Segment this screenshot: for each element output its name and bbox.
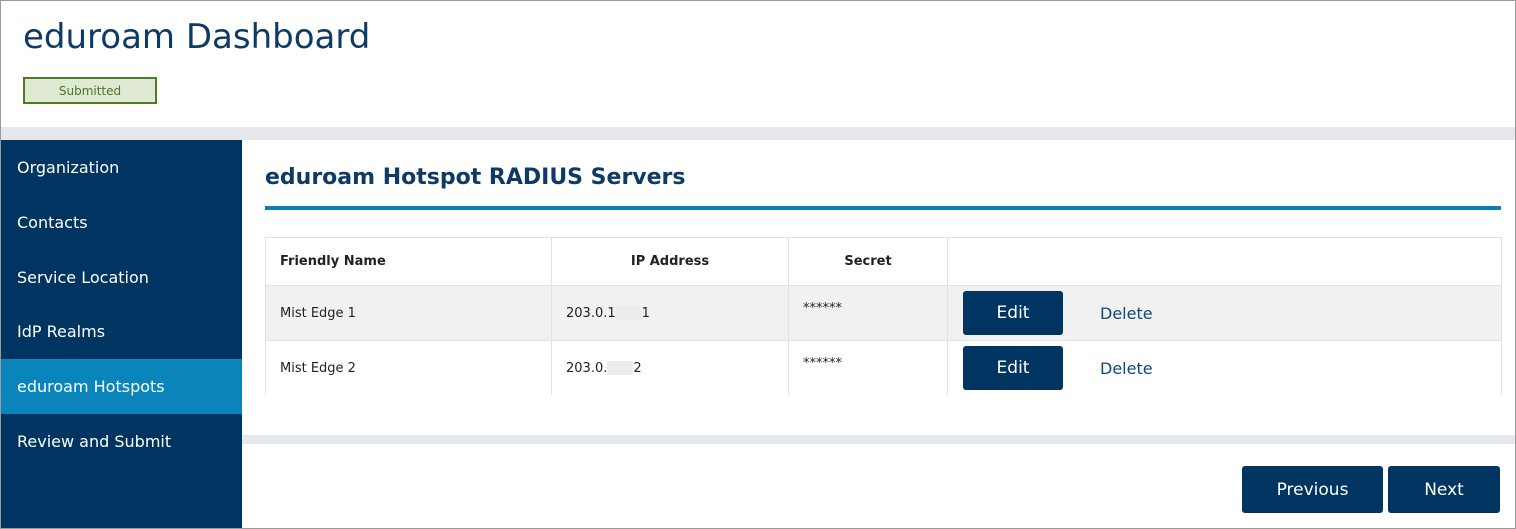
table-header-row: Friendly Name IP Address Secret	[266, 238, 1501, 286]
sidebar-item-idp-realms[interactable]: IdP Realms	[1, 304, 242, 359]
column-header-friendly-name: Friendly Name	[266, 238, 552, 285]
title-underline	[265, 206, 1501, 210]
table-row: Mist Edge 2 203.0. 2 ****** Edit Delete	[266, 341, 1501, 395]
sidebar-item-contacts[interactable]: Contacts	[1, 195, 242, 250]
column-header-actions	[948, 238, 1501, 285]
main-content: eduroam Hotspot RADIUS Servers Friendly …	[242, 140, 1515, 528]
sidebar: Organization Contacts Service Location I…	[1, 140, 242, 528]
sidebar-item-eduroam-hotspots[interactable]: eduroam Hotspots	[1, 359, 242, 414]
friendly-name-cell: Mist Edge 1	[266, 286, 552, 340]
ip-address-suffix: 2	[633, 360, 642, 376]
friendly-name-cell: Mist Edge 2	[266, 341, 552, 395]
edit-button[interactable]: Edit	[963, 291, 1063, 335]
edit-button[interactable]: Edit	[963, 346, 1063, 390]
ip-address-suffix: 1	[641, 305, 650, 321]
header-divider	[1, 127, 1515, 140]
page-header: eduroam Dashboard Submitted	[1, 1, 1515, 127]
column-header-ip-address: IP Address	[552, 238, 789, 285]
delete-link[interactable]: Delete	[1100, 304, 1153, 323]
column-header-secret: Secret	[789, 238, 948, 285]
table-row: Mist Edge 1 203.0.1 1 ****** Edit Delete	[266, 286, 1501, 341]
ip-address-prefix: 203.0.1	[566, 305, 616, 321]
dashboard-window: eduroam Dashboard Submitted Organization…	[0, 0, 1516, 529]
ip-address-cell: 203.0.1 1	[552, 286, 789, 340]
secret-value: ******	[803, 355, 842, 371]
redaction-mask	[607, 361, 634, 375]
actions-cell: Edit Delete	[948, 286, 1501, 340]
secret-value: ******	[803, 300, 842, 316]
ip-address-cell: 203.0. 2	[552, 341, 789, 395]
sidebar-item-review-and-submit[interactable]: Review and Submit	[1, 414, 242, 469]
redaction-mask	[615, 306, 642, 320]
next-button[interactable]: Next	[1388, 466, 1500, 513]
footer-divider	[242, 435, 1515, 444]
secret-cell: ******	[789, 341, 948, 395]
sidebar-item-service-location[interactable]: Service Location	[1, 250, 242, 305]
section-title: eduroam Hotspot RADIUS Servers	[265, 165, 686, 190]
previous-button[interactable]: Previous	[1242, 466, 1383, 513]
status-badge: Submitted	[23, 77, 157, 104]
sidebar-item-organization[interactable]: Organization	[1, 140, 242, 195]
delete-link[interactable]: Delete	[1100, 359, 1153, 378]
ip-address-prefix: 203.0.	[566, 360, 608, 376]
radius-servers-table: Friendly Name IP Address Secret Mist Edg…	[265, 237, 1502, 395]
actions-cell: Edit Delete	[948, 341, 1501, 395]
secret-cell: ******	[789, 286, 948, 340]
page-title: eduroam Dashboard	[23, 17, 371, 57]
